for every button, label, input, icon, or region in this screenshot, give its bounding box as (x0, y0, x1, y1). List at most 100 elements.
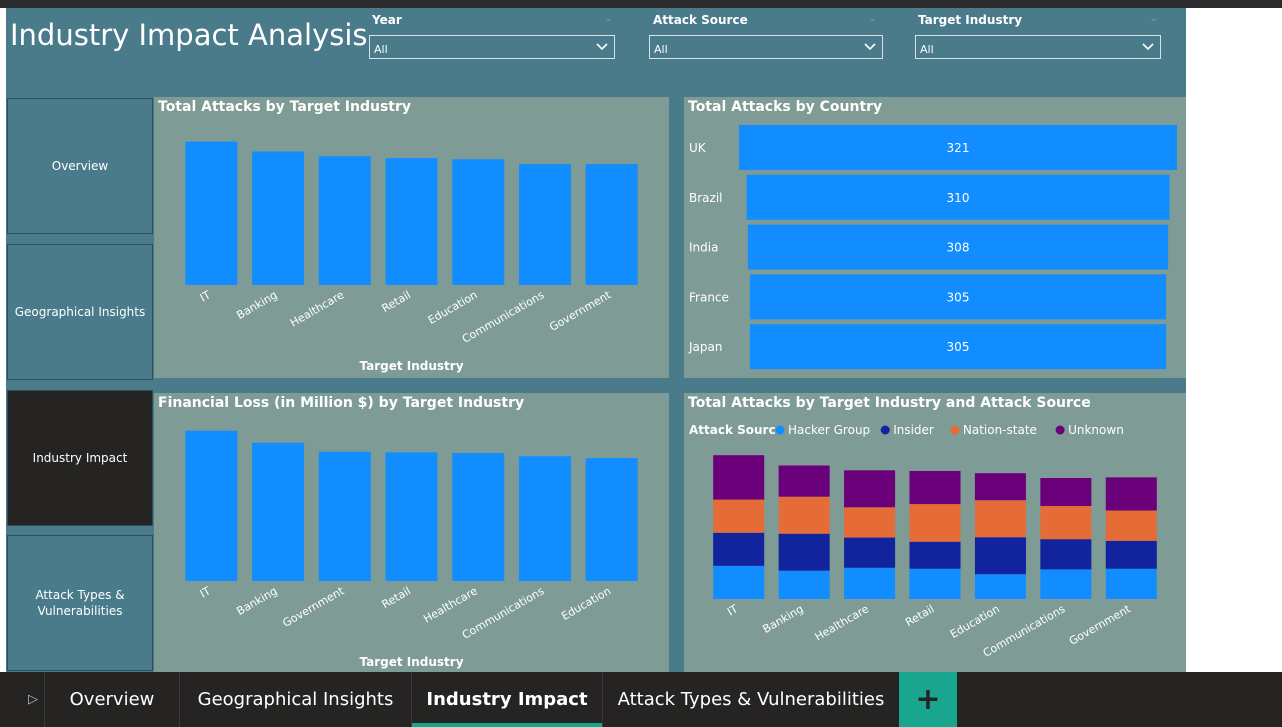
bar (252, 151, 305, 285)
bar-segment (778, 496, 830, 534)
x-tick-label: IT (198, 288, 213, 304)
bar (518, 456, 571, 581)
attacks-by-industry-source-chart: Attack Source Hacker Group Insider Nation-s… (689, 423, 1157, 660)
chevron-down-icon[interactable]: ⌄ (604, 11, 613, 24)
bar (385, 158, 438, 285)
attacks-by-industry-source-panel: Total Attacks by Target Industry and Att… (684, 393, 1186, 672)
legend-label: Hacker Group (788, 423, 870, 437)
x-tick-label: Education (948, 602, 1002, 641)
chevron-down-icon (596, 43, 608, 51)
legend-title: Attack Source (689, 423, 784, 437)
target-industry-slicer-value: All (920, 43, 934, 56)
page-title: Industry Impact Analysis (10, 18, 368, 52)
x-tick-label: Healthcare (421, 584, 480, 625)
y-tick-label: UK (689, 141, 707, 155)
tab-label: Attack Types & Vulnerabilities (617, 689, 885, 710)
data-label: 310 (947, 191, 970, 205)
year-slicer[interactable]: All (369, 35, 615, 59)
x-axis-label: Target Industry (359, 655, 463, 669)
x-tick-label: Education (559, 584, 613, 623)
chevron-down-icon[interactable]: ⌄ (1149, 11, 1158, 24)
data-label: 305 (947, 340, 970, 354)
bar-segment (713, 455, 765, 500)
tab-label: Overview (69, 689, 155, 710)
tab-label: Geographical Insights (197, 689, 394, 710)
bar (585, 458, 638, 581)
target-industry-slicer[interactable]: All (915, 35, 1161, 59)
y-tick-label: Brazil (689, 191, 723, 205)
legend-marker (880, 425, 890, 435)
chevron-right-icon[interactable]: ▷ (22, 672, 44, 727)
bar-segment (1040, 478, 1092, 507)
data-label: 305 (947, 290, 970, 304)
y-tick-label: India (689, 241, 718, 255)
attack-source-slicer-value: All (654, 43, 668, 56)
bar (318, 156, 371, 285)
y-tick-label: Japan (688, 340, 722, 354)
financial-loss-chart: IT Banking Government Retail HealthcareCommu… (185, 430, 638, 669)
y-tick-label: France (689, 290, 729, 304)
bar-segment (974, 537, 1026, 575)
attacks-by-industry-panel: Total Attacks by Target Industry IT Banki… (154, 97, 669, 378)
bar-segment (1105, 568, 1157, 599)
bar (452, 159, 505, 285)
x-tick-label: IT (725, 602, 740, 618)
bar-segment (844, 537, 896, 568)
nav-button-label: Industry Impact (32, 451, 128, 465)
bar-segment (778, 465, 830, 497)
chevron-down-icon (1142, 43, 1154, 51)
legend-label: Insider (893, 423, 934, 437)
bar-segment (1105, 510, 1157, 541)
nav-button-label: Overview (51, 159, 109, 173)
bar (452, 453, 505, 581)
chevron-down-icon (864, 43, 876, 51)
tab-attack-types-vulnerabilities[interactable]: Attack Types & Vulnerabilities (602, 672, 899, 727)
bar (385, 452, 438, 581)
bar-segment (713, 499, 765, 533)
bar-segment (844, 470, 896, 508)
financial-loss-panel: Financial Loss (in Million $) by Target … (154, 393, 669, 672)
legend-marker (1055, 425, 1065, 435)
legend-marker (775, 425, 785, 435)
bar-segment (909, 568, 961, 599)
x-tick-label: IT (198, 584, 213, 600)
nav-geographical-insights-button[interactable]: Geographical Insights (7, 244, 153, 380)
tab-geographical-insights[interactable]: Geographical Insights (179, 672, 411, 727)
bar-segment (974, 500, 1026, 538)
x-tick-label: Government (280, 584, 347, 630)
bar-segment (909, 541, 961, 569)
nav-industry-impact-button[interactable]: Industry Impact (7, 390, 153, 526)
nav-attack-types-button[interactable]: Attack Types & Vulnerabilities (7, 535, 153, 671)
data-label: 321 (947, 141, 970, 155)
legend-marker (950, 425, 960, 435)
attack-source-slicer[interactable]: All (649, 35, 883, 59)
tab-industry-impact[interactable]: Industry Impact (411, 672, 602, 727)
add-page-button[interactable]: + (899, 672, 957, 727)
chevron-down-icon[interactable]: ⌄ (868, 11, 877, 24)
tab-label: Industry Impact (426, 689, 588, 710)
bar (185, 141, 238, 285)
nav-overview-button[interactable]: Overview (7, 98, 153, 234)
bar-segment (974, 473, 1026, 501)
bar-segment (974, 574, 1026, 599)
attacks-by-country-panel: Total Attacks by Country UK 321 Brazil 310 I… (684, 97, 1186, 378)
attacks-by-country-chart: UK 321 Brazil 310 India 308 France 305 Japan 305 (688, 125, 1177, 370)
year-slicer-label: Year (372, 13, 402, 27)
x-tick-label: Government (547, 288, 614, 334)
tab-overview[interactable]: Overview (44, 672, 179, 727)
x-tick-label: Retail (380, 584, 413, 611)
x-tick-label: Healthcare (288, 288, 347, 329)
bar (585, 164, 638, 285)
bar (518, 164, 571, 285)
bar-segment (713, 532, 765, 566)
bar-segment (1105, 477, 1157, 511)
legend-label: Nation-state (963, 423, 1037, 437)
bar-segment (909, 470, 961, 505)
bar (252, 442, 305, 581)
x-tick-label: Banking (760, 602, 805, 636)
bar-segment (1040, 506, 1092, 540)
x-axis-label: Target Industry (359, 359, 463, 373)
legend-label: Unknown (1068, 423, 1124, 437)
x-tick-label: Education (426, 288, 480, 327)
x-tick-label: Banking (234, 288, 279, 322)
